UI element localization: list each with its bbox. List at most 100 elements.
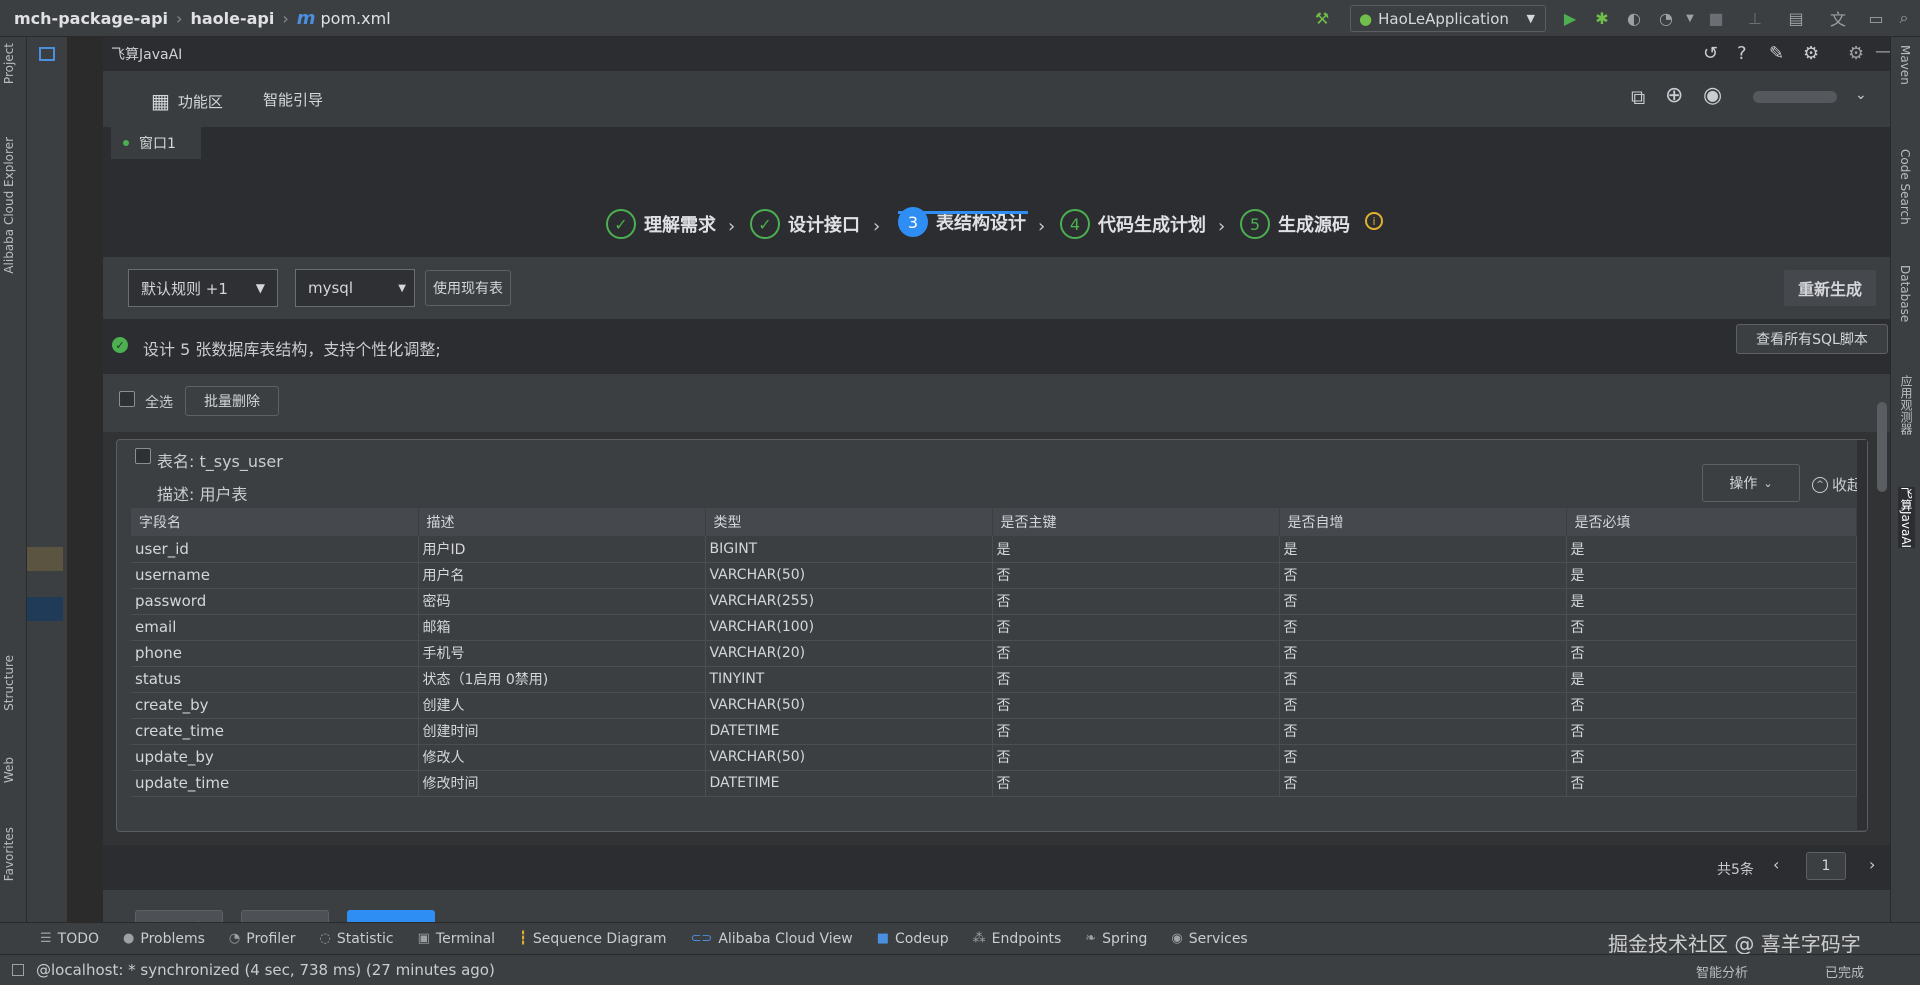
tab-project[interactable]: Project	[2, 43, 16, 84]
translate-icon[interactable]: 文	[1828, 8, 1848, 29]
tab-sequence-diagram[interactable]: ┇ Sequence Diagram	[519, 931, 666, 947]
db-type-select[interactable]: mysql ▼	[295, 269, 415, 307]
table-cell[interactable]: TINYINT	[705, 666, 993, 693]
tab-maven[interactable]: Maven	[1898, 45, 1912, 85]
table-row[interactable]: password 密码 VARCHAR(255) 否否是	[131, 588, 1857, 615]
table-cell[interactable]: 否	[1279, 640, 1567, 667]
table-cell[interactable]: VARCHAR(50)	[705, 562, 993, 589]
table-cell[interactable]: 否	[992, 718, 1280, 745]
table-cell[interactable]: 否	[992, 666, 1280, 693]
use-existing-table-button[interactable]: 使用现有表	[425, 270, 511, 306]
table-cell[interactable]: 否	[1279, 562, 1567, 589]
table-cell[interactable]: 否	[992, 588, 1280, 615]
table-checkbox[interactable]	[135, 448, 151, 464]
add-icon[interactable]: ⊕	[1665, 83, 1683, 108]
table-cell[interactable]: 是	[1566, 536, 1857, 563]
tab-services[interactable]: ◉ Services	[1171, 931, 1247, 947]
view-all-sql-button[interactable]: 查看所有SQL脚本	[1736, 324, 1888, 354]
table-row[interactable]: update_time 修改时间 DATETIME 否否否	[131, 770, 1857, 797]
help-icon[interactable]: ?	[1737, 43, 1747, 64]
table-cell[interactable]: 否	[1566, 744, 1857, 771]
tab-alibaba-cloud-view[interactable]: ⊂⊃ Alibaba Cloud View	[691, 931, 853, 947]
table-cell[interactable]: 否	[1566, 692, 1857, 719]
table-cell[interactable]: 否	[1566, 614, 1857, 641]
table-cell[interactable]: 是	[1566, 588, 1857, 615]
table-cell[interactable]: DATETIME	[705, 718, 993, 745]
table-row[interactable]: status 状态（1启用 0禁用) TINYINT 否否是	[131, 666, 1857, 693]
breadcrumb-module[interactable]: haole-api	[190, 9, 274, 28]
table-cell[interactable]: 创建人	[418, 692, 706, 719]
tab-feisuan-javaai[interactable]: 飞算JavaAI	[1898, 487, 1915, 549]
table-cell[interactable]: VARCHAR(255)	[705, 588, 993, 615]
table-cell[interactable]: password	[131, 588, 419, 615]
more-run-icon[interactable]: ▼	[1680, 8, 1700, 28]
table-cell[interactable]: VARCHAR(100)	[705, 614, 993, 641]
table-cell[interactable]: 否	[1279, 614, 1567, 641]
step-code-plan[interactable]: 4 代码生成计划	[1060, 209, 1206, 239]
run-configuration-select[interactable]: ● HaoLeApplication ▼	[1350, 5, 1546, 32]
table-cell[interactable]: 否	[1279, 692, 1567, 719]
table-cell[interactable]: 否	[992, 770, 1280, 797]
table-cell[interactable]: 是	[992, 536, 1280, 563]
tab-favorites[interactable]: Favorites	[2, 827, 16, 881]
table-cell[interactable]: user_id	[131, 536, 419, 563]
table-cell[interactable]: 用户ID	[418, 536, 706, 563]
table-cell[interactable]: 否	[992, 614, 1280, 641]
breadcrumb-project[interactable]: mch-package-api	[14, 9, 168, 28]
tab-todo[interactable]: ☰ TODO	[40, 931, 99, 947]
next-page-icon[interactable]: ›	[1869, 855, 1875, 874]
table-cell[interactable]: 否	[1566, 718, 1857, 745]
tab-codeup[interactable]: ■ Codeup	[877, 931, 949, 947]
info-icon[interactable]: i	[1365, 212, 1383, 230]
panel-icon[interactable]	[39, 47, 55, 61]
table-cell[interactable]: 否	[1566, 770, 1857, 797]
table-cell[interactable]: 否	[1566, 640, 1857, 667]
table-cell[interactable]: phone	[131, 640, 419, 667]
profile-icon[interactable]: ◔	[1656, 8, 1676, 28]
table-cell[interactable]: 否	[1279, 588, 1567, 615]
step-generate-source[interactable]: 5 生成源码	[1240, 209, 1350, 239]
nav-guide[interactable]: 智能引导	[263, 89, 323, 110]
tab-problems[interactable]: ● Problems	[123, 931, 205, 947]
table-cell[interactable]: 是	[1566, 562, 1857, 589]
rule-select[interactable]: 默认规则 +1 ▼	[128, 269, 278, 307]
step-design-api[interactable]: ✓ 设计接口	[750, 209, 860, 239]
table-cell[interactable]: 状态（1启用 0禁用)	[418, 666, 706, 693]
table-cell[interactable]: 是	[1566, 666, 1857, 693]
tab-statistic[interactable]: ◌ Statistic	[320, 931, 394, 947]
table-cell[interactable]: 否	[992, 562, 1280, 589]
select-all-checkbox[interactable]	[119, 391, 135, 407]
table-row[interactable]: create_time 创建时间 DATETIME 否否否	[131, 718, 1857, 745]
chevron-down-icon[interactable]: ⌄	[1855, 87, 1867, 103]
table-cell[interactable]: DATETIME	[705, 770, 993, 797]
edit-icon[interactable]: ✎	[1769, 43, 1784, 64]
tab-spring[interactable]: ❧ Spring	[1085, 931, 1147, 947]
tab-database[interactable]: Database	[1898, 265, 1912, 322]
table-cell[interactable]: 是	[1279, 536, 1567, 563]
page-number-input[interactable]: 1	[1806, 852, 1846, 880]
table-cell[interactable]: 创建时间	[418, 718, 706, 745]
table-cell[interactable]: update_by	[131, 744, 419, 771]
table-cell[interactable]: 用户名	[418, 562, 706, 589]
tab-window-1[interactable]: 窗口1	[111, 127, 201, 159]
operations-dropdown[interactable]: 操作 ⌄	[1702, 464, 1800, 502]
build-icon[interactable]: ⚒	[1312, 8, 1332, 28]
tab-terminal[interactable]: ▣ Terminal	[418, 931, 495, 947]
collapse-button[interactable]: ^ 收起	[1812, 474, 1862, 495]
table-cell[interactable]: 手机号	[418, 640, 706, 667]
tab-profiler[interactable]: ◔ Profiler	[229, 931, 296, 947]
table-row[interactable]: create_by 创建人 VARCHAR(50) 否否否	[131, 692, 1857, 719]
table-cell[interactable]: 否	[992, 640, 1280, 667]
table-cell[interactable]: 邮箱	[418, 614, 706, 641]
table-cell[interactable]: 修改人	[418, 744, 706, 771]
nav-workspace[interactable]: ▦ 功能区	[151, 89, 223, 113]
table-cell[interactable]: status	[131, 666, 419, 693]
prev-page-icon[interactable]: ‹	[1773, 855, 1779, 874]
vertical-scrollbar[interactable]	[1877, 402, 1887, 492]
tab-endpoints[interactable]: ⁂ Endpoints	[973, 931, 1062, 947]
tab-code-search[interactable]: Code Search	[1898, 149, 1912, 225]
batch-delete-button[interactable]: 批量删除	[185, 386, 279, 416]
stop-icon[interactable]: ■	[1706, 8, 1726, 28]
table-cell[interactable]: create_time	[131, 718, 419, 745]
user-avatar-icon[interactable]: ◉	[1703, 83, 1722, 108]
